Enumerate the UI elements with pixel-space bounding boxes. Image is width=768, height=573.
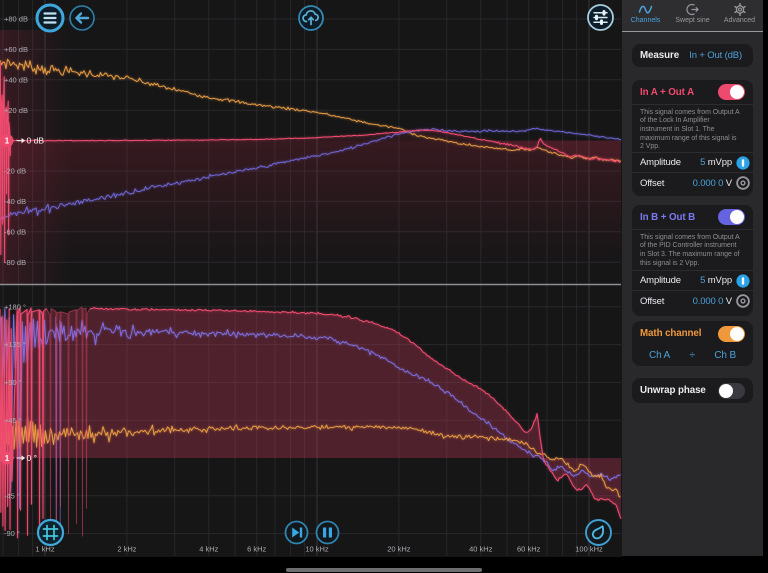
svg-text:0 °: 0 ° [27,453,38,463]
svg-text:+90 °: +90 ° [4,378,22,387]
svg-text:+80 dB: +80 dB [4,15,28,24]
svg-text:+180 °: +180 ° [4,302,26,311]
svg-text:20 kHz: 20 kHz [387,545,411,554]
svg-text:+40 dB: +40 dB [4,75,28,84]
svg-text:6 kHz: 6 kHz [247,545,266,554]
svg-text:-20 dB: -20 dB [4,167,26,176]
svg-text:-90 °: -90 ° [4,529,20,538]
svg-text:10 kHz: 10 kHz [305,545,329,554]
svg-text:+45 °: +45 ° [4,416,22,425]
svg-text:1: 1 [5,136,10,145]
svg-text:-40 dB: -40 dB [4,197,26,206]
svg-text:-60 dB: -60 dB [4,227,26,236]
svg-text:1: 1 [5,454,10,463]
svg-text:4 kHz: 4 kHz [199,545,218,554]
svg-text:-80 dB: -80 dB [4,258,26,267]
svg-text:+20 dB: +20 dB [4,106,28,115]
svg-text:+135 °: +135 ° [4,340,26,349]
svg-text:2 kHz: 2 kHz [117,545,136,554]
svg-text:0 dB: 0 dB [27,135,45,145]
svg-text:40 kHz: 40 kHz [469,545,493,554]
svg-text:+60 dB: +60 dB [4,45,28,54]
svg-text:-45 °: -45 ° [4,491,20,500]
svg-text:60 kHz: 60 kHz [517,545,541,554]
